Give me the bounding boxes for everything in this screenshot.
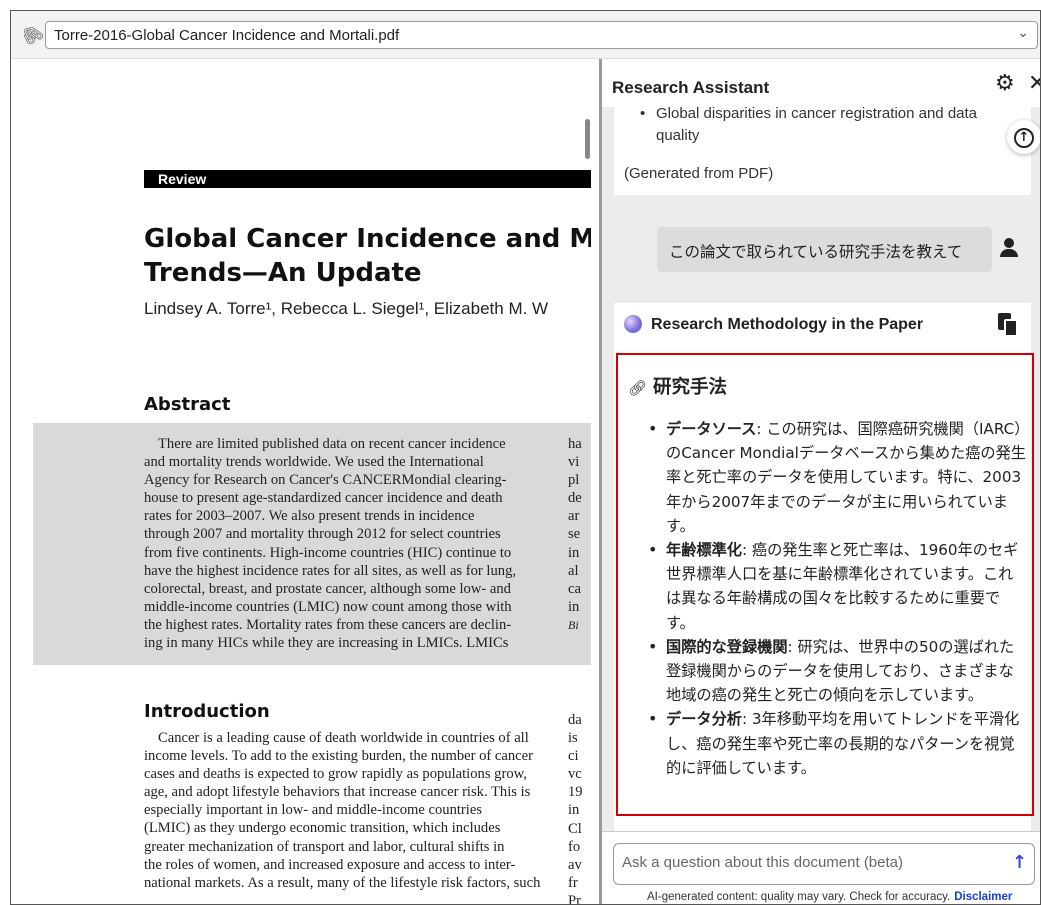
send-arrow-icon[interactable]: ↑ bbox=[1012, 852, 1027, 873]
column-fragment: vc bbox=[568, 766, 582, 783]
intro-line: (LMIC) as they undergo economic transiti… bbox=[144, 820, 501, 837]
paper-title: Global Cancer Incidence and Mo Trends—An… bbox=[144, 222, 591, 290]
column-fragment: in bbox=[568, 802, 580, 819]
column-fragment: Pr bbox=[568, 892, 581, 905]
column-fragment: fo bbox=[568, 838, 581, 855]
intro-line: income levels. To add to the existing bu… bbox=[144, 748, 533, 765]
abstract-column-2: ha vi pl de ar se in al ca in Bi bbox=[568, 435, 582, 634]
question-input[interactable] bbox=[622, 854, 992, 871]
gear-icon[interactable]: ⚙︎ bbox=[995, 71, 1015, 96]
intro-line: cases and deaths is expected to grow rap… bbox=[144, 766, 527, 783]
panel-title: Research Assistant bbox=[612, 78, 770, 97]
column-fragment: da bbox=[568, 712, 582, 728]
scroll-up-button[interactable]: ↑ bbox=[1007, 120, 1040, 154]
paperclip-icon[interactable]: 🖇 bbox=[17, 20, 48, 51]
item-term: データソース bbox=[666, 420, 757, 438]
methodology-heading: 🔗︎ 研究手法 bbox=[628, 373, 727, 399]
column-fragment: in bbox=[568, 544, 580, 561]
paper-authors: Lindsey A. Torre¹, Rebecca L. Siegel¹, E… bbox=[144, 299, 549, 318]
abstract-line: There are limited published data on rece… bbox=[158, 436, 506, 452]
column-fragment: ha bbox=[568, 436, 582, 452]
highlighted-answer-content: 🔗︎ 研究手法 データソース: この研究は、国際癌研究機関（IARC）のCance… bbox=[616, 353, 1034, 816]
list-item: データ分析: 3年移動平均を用いてトレンドを平滑化し、癌の発生率や死亡率の長期的… bbox=[648, 707, 1026, 780]
item-term: 年齢標準化 bbox=[666, 541, 742, 560]
column-fragment: 19 bbox=[568, 784, 583, 801]
copy-icon[interactable] bbox=[998, 313, 1020, 339]
footnote-text: AI-generated content: quality may vary. … bbox=[647, 891, 951, 903]
abstract-line: through 2007 and mortality through 2012 … bbox=[144, 526, 501, 543]
methodology-heading-text: 研究手法 bbox=[653, 377, 728, 398]
close-icon[interactable]: ✕ bbox=[1028, 71, 1040, 96]
abstract-line: and mortality trends worldwide. We used … bbox=[144, 454, 484, 471]
abstract-line: ing in many HICs while they are increasi… bbox=[144, 635, 509, 652]
column-fragment: pl bbox=[568, 472, 580, 489]
paper-title-line-1: Global Cancer Incidence and Mo bbox=[144, 224, 591, 254]
input-area: ↑ AI-generated content: quality may vary… bbox=[602, 831, 1040, 904]
methodology-list: データソース: この研究は、国際癌研究機関（IARC）のCancer Mondi… bbox=[648, 417, 1026, 780]
pdf-scrollbar[interactable] bbox=[585, 119, 590, 159]
introduction-text: Cancer is a leading cause of death world… bbox=[144, 729, 548, 892]
chevron-down-icon[interactable]: ⌄ bbox=[1017, 25, 1029, 41]
intro-line: the roles of women, and increased exposu… bbox=[144, 856, 516, 873]
intro-line: greater mechanization of transport and l… bbox=[144, 838, 505, 855]
scroll-up-icon: ↑ bbox=[1014, 128, 1034, 148]
item-term: データ分析 bbox=[666, 710, 742, 729]
ai-sparkle-icon bbox=[624, 315, 642, 333]
column-fragment: Bi bbox=[568, 617, 579, 632]
panel-header: Research Assistant ⚙︎ ✕ bbox=[602, 59, 1040, 107]
generated-note: (Generated from PDF) bbox=[624, 165, 774, 182]
abstract-line: middle-income countries (LMIC) now count… bbox=[144, 598, 512, 615]
user-message-text: この論文で取られている研究手法を教えて bbox=[669, 243, 963, 261]
column-fragment: fr bbox=[568, 874, 578, 891]
intro-line: Cancer is a leading cause of death world… bbox=[158, 730, 529, 746]
intro-column-2: da is ci vc 19 in Cl fo av fr Pr bbox=[568, 711, 583, 905]
column-fragment: ar bbox=[568, 508, 580, 525]
column-fragment: in bbox=[568, 598, 580, 615]
list-item: 国際的な登録機関: 研究は、世界中の50の選ばれた登録機関からのデータを使用して… bbox=[648, 635, 1026, 708]
previous-bullet: Global disparities in cancer registratio… bbox=[640, 103, 1016, 147]
abstract-line: Agency for Research on Cancer's CANCERMo… bbox=[144, 472, 507, 489]
abstract-line: the highest rates. Mortality rates from … bbox=[144, 616, 512, 633]
abstract-line: from five continents. High-income countr… bbox=[144, 544, 512, 561]
intro-line: especially important in low- and middle-… bbox=[144, 802, 482, 819]
file-selector[interactable]: Torre-2016-Global Cancer Incidence and M… bbox=[45, 21, 1038, 49]
intro-line: national markets. As a result, many of t… bbox=[144, 874, 541, 891]
column-fragment: se bbox=[568, 526, 581, 543]
abstract-line: colorectal, breast, and prostate cancer,… bbox=[144, 580, 511, 597]
abstract-line: rates for 2003–2007. We also present tre… bbox=[144, 508, 475, 525]
pdf-viewer[interactable]: Review Global Cancer Incidence and Mo Tr… bbox=[11, 59, 591, 905]
column-fragment: ca bbox=[568, 580, 581, 597]
user-icon bbox=[997, 236, 1021, 260]
column-fragment: vi bbox=[568, 454, 580, 471]
list-item: データソース: この研究は、国際癌研究機関（IARC）のCancer Mondi… bbox=[648, 417, 1026, 538]
question-input-box[interactable]: ↑ bbox=[613, 843, 1035, 885]
abstract-line: house to present age-standardized cancer… bbox=[144, 490, 503, 507]
paper-title-line-2: Trends—An Update bbox=[144, 258, 422, 288]
section-label: Review bbox=[144, 170, 591, 188]
file-name: Torre-2016-Global Cancer Incidence and M… bbox=[54, 27, 400, 44]
file-bar: 🖇 Torre-2016-Global Cancer Incidence and… bbox=[11, 11, 1040, 59]
research-assistant-panel: Global disparities in cancer registratio… bbox=[599, 59, 1040, 904]
answer-title: Research Methodology in the Paper bbox=[651, 316, 924, 333]
ai-footnote: AI-generated content: quality may vary. … bbox=[647, 891, 1012, 903]
intro-line: age, and adopt lifestyle behaviors that … bbox=[144, 784, 531, 801]
abstract-heading: Abstract bbox=[144, 394, 231, 415]
app-window: 🖇 Torre-2016-Global Cancer Incidence and… bbox=[10, 10, 1041, 905]
column-fragment: is bbox=[568, 730, 578, 747]
disclaimer-link[interactable]: Disclaimer bbox=[954, 891, 1012, 903]
item-term: 国際的な登録機関 bbox=[666, 637, 788, 656]
column-fragment: ci bbox=[568, 748, 579, 765]
column-fragment: de bbox=[568, 490, 582, 507]
abstract-line: have the highest incidence rates for all… bbox=[144, 562, 517, 579]
introduction-heading: Introduction bbox=[144, 701, 270, 722]
list-item: 年齢標準化: 癌の発生率と死亡率は、1960年のセギ世界標準人口を基に年齢標準化… bbox=[648, 538, 1026, 635]
column-fragment: al bbox=[568, 562, 579, 579]
column-fragment: Cl bbox=[568, 820, 582, 837]
column-fragment: av bbox=[568, 856, 582, 873]
link-icon[interactable]: 🔗︎ bbox=[628, 379, 647, 397]
abstract-text: There are limited published data on rece… bbox=[144, 435, 548, 652]
user-message: この論文で取られている研究手法を教えて bbox=[657, 227, 992, 272]
